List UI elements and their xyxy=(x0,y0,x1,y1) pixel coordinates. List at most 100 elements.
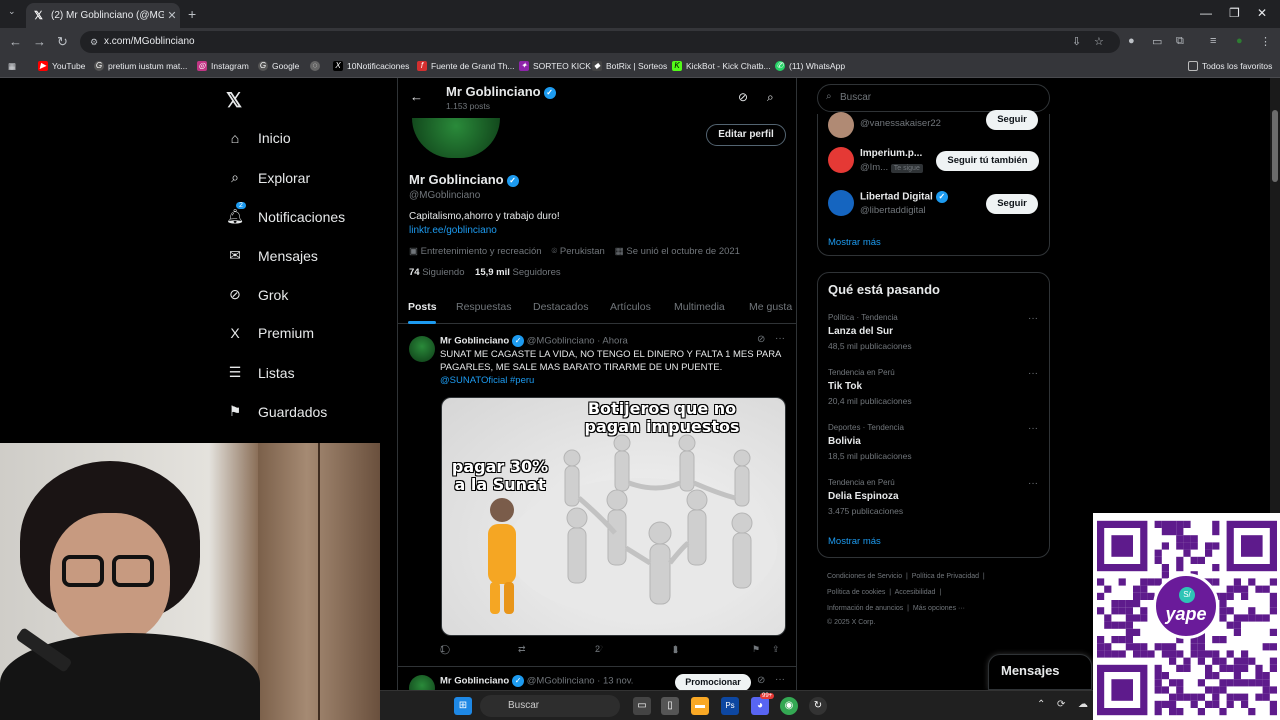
tweet-author[interactable]: Mr Goblinciano xyxy=(440,676,509,687)
follow-button[interactable]: Seguir xyxy=(986,194,1038,214)
follow-back-button[interactable]: Seguir tú también xyxy=(936,151,1039,171)
followers-link[interactable]: 15,9 mil Seguidores xyxy=(475,267,561,278)
header-search-icon[interactable]: ⌕ xyxy=(767,90,774,105)
bookmark-google[interactable]: G Google xyxy=(258,61,299,71)
address-bar[interactable]: x.com/MGoblinciano xyxy=(80,31,1120,53)
bookmark-whatsapp[interactable]: ✆ (11) WhatsApp xyxy=(775,61,845,71)
forward-icon[interactable]: → xyxy=(33,34,46,49)
following-link[interactable]: 74 Siguiendo xyxy=(409,267,464,278)
back-arrow-icon[interactable]: ← xyxy=(410,89,423,104)
footer-link[interactable]: Accesibilidad xyxy=(895,589,936,596)
nav-inicio[interactable]: ⌂ Inicio xyxy=(226,130,291,146)
bookmark-fuente[interactable]: f Fuente de Grand Th... xyxy=(417,61,514,71)
bookmark-botrix[interactable]: ◆ BotRix | Sorteos xyxy=(592,61,667,71)
tab-close-icon[interactable]: ✕ xyxy=(164,9,180,22)
tweet-author[interactable]: Mr Goblinciano xyxy=(440,336,509,347)
nav-mensajes[interactable]: ✉ Mensajes xyxy=(226,247,318,264)
back-icon[interactable]: ← xyxy=(9,34,22,49)
site-info-icon[interactable]: ⚙ xyxy=(90,37,98,48)
photoshop-icon[interactable]: Ps xyxy=(721,697,739,715)
onedrive-icon[interactable]: ☁ xyxy=(1078,699,1088,710)
sidebar-search-input[interactable]: Buscar xyxy=(817,84,1050,112)
menu-kebab-icon[interactable]: ⋮ xyxy=(1260,35,1271,48)
who-name[interactable]: Libertad Digital ✓ xyxy=(860,191,948,203)
media-controls-icon[interactable]: ≡ xyxy=(1210,35,1216,47)
bookmark-star-icon[interactable]: ☆ xyxy=(1094,35,1104,48)
footer-link[interactable]: Política de Privacidad xyxy=(912,573,979,580)
edit-profile-button[interactable]: Editar perfil xyxy=(706,124,786,146)
tab-me-gusta[interactable]: Me gusta xyxy=(749,301,792,313)
trend-more-icon[interactable]: ··· xyxy=(1028,313,1038,324)
window-close-icon[interactable]: ✕ xyxy=(1257,6,1267,20)
tab-destacados[interactable]: Destacados xyxy=(533,301,588,313)
tray-app-icon[interactable]: ⟳ xyxy=(1057,699,1065,710)
bookmark-tweet-icon[interactable]: ⚑ xyxy=(752,644,760,655)
usb-icon[interactable]: ▯ xyxy=(661,697,679,715)
extension-icon[interactable]: ● xyxy=(1128,35,1135,47)
grok-header-icon[interactable]: ⊘ xyxy=(738,90,748,104)
tweet-tags[interactable]: @SUNATOficial #peru xyxy=(440,375,534,386)
bookmark-instagram[interactable]: ◎ Instagram xyxy=(197,61,249,71)
trend-more-icon[interactable]: ··· xyxy=(1028,478,1038,489)
browser-tab[interactable]: 𝕏 (2) Mr Goblinciano (@MGoblinc ✕ xyxy=(26,3,180,28)
file-explorer-icon[interactable]: ▬ xyxy=(691,697,709,715)
who-name[interactable]: Imperium.p... xyxy=(860,148,922,159)
extension2-icon[interactable]: ▭ xyxy=(1152,35,1162,48)
tab-articulos[interactable]: Artículos xyxy=(610,301,651,313)
more-options-icon[interactable]: ··· xyxy=(775,333,785,344)
tweet-image[interactable]: Botijeros que no pagan impuestos pagar 3… xyxy=(441,397,786,636)
bookmark-kickbot[interactable]: K KickBot - Kick Chatb... xyxy=(672,61,771,71)
profile-avatar-icon[interactable]: ● xyxy=(1236,35,1243,47)
taskbar-search[interactable]: Buscar xyxy=(480,695,620,717)
who-avatar[interactable] xyxy=(828,147,854,173)
extensions-puzzle-icon[interactable]: ⧉ xyxy=(1176,35,1184,48)
trend-more-icon[interactable]: ··· xyxy=(1028,368,1038,379)
tab-posts[interactable]: Posts xyxy=(408,301,437,313)
apps-grid-icon[interactable]: ▦ xyxy=(8,61,16,72)
bookmark-globe[interactable]: ◌ xyxy=(310,61,324,71)
who-avatar[interactable] xyxy=(828,190,854,216)
nav-premium[interactable]: X Premium xyxy=(226,325,314,341)
app-icon[interactable]: ↻ xyxy=(809,697,827,715)
tab-respuestas[interactable]: Respuestas xyxy=(456,301,511,313)
tweet-avatar[interactable] xyxy=(409,675,435,690)
bookmark-sorteo-kick[interactable]: ✦ SORTEO KICK xyxy=(519,61,591,71)
nav-listas[interactable]: ☰ Listas xyxy=(226,364,295,381)
x-logo-icon[interactable]: 𝕏 xyxy=(226,88,242,113)
grok-tweet-icon[interactable]: ⊘ xyxy=(757,675,765,686)
chrome-icon[interactable]: ◉ xyxy=(780,697,798,715)
new-tab-icon[interactable]: + xyxy=(188,6,196,22)
bookmark-pretium[interactable]: Gpretium iustum mat... xyxy=(94,61,187,71)
profile-link[interactable]: linktr.ee/goblinciano xyxy=(409,225,497,236)
trend-more-icon[interactable]: ··· xyxy=(1028,423,1038,434)
who-avatar[interactable] xyxy=(828,112,854,138)
nav-explorar[interactable]: ⌕ Explorar xyxy=(226,169,310,186)
task-view-icon[interactable]: ▭ xyxy=(633,697,651,715)
discord-icon[interactable]: ◕ xyxy=(751,697,769,715)
nav-grok[interactable]: ⊘ Grok xyxy=(226,286,288,303)
trends-show-more-link[interactable]: Mostrar más xyxy=(828,536,881,547)
reload-icon[interactable]: ↻ xyxy=(57,34,68,50)
share-icon[interactable]: ⇪ xyxy=(772,644,780,655)
footer-link[interactable]: Condiciones de Servicio xyxy=(827,573,902,580)
more-options-icon[interactable]: ··· xyxy=(775,674,785,685)
all-bookmarks[interactable]: Todos los favoritos xyxy=(1188,61,1272,71)
tray-chevron-icon[interactable]: ⌃ xyxy=(1037,699,1045,710)
scrollbar-thumb[interactable] xyxy=(1272,110,1278,182)
tab-search-icon[interactable]: ⌄ xyxy=(8,6,16,17)
nav-notificaciones[interactable]: 🔔︎ 2 Notificaciones xyxy=(226,202,345,225)
tweet-avatar[interactable] xyxy=(409,336,435,362)
minimize-icon[interactable]: — xyxy=(1200,6,1212,20)
bookmark-10notificaciones[interactable]: X 10Notificaciones xyxy=(333,61,409,71)
footer-link[interactable]: Información de anuncios xyxy=(827,605,903,612)
follow-button[interactable]: Seguir xyxy=(986,110,1038,130)
show-more-link[interactable]: Mostrar más xyxy=(828,237,881,248)
tab-multimedia[interactable]: Multimedia xyxy=(674,301,725,313)
grok-tweet-icon[interactable]: ⊘ xyxy=(757,334,765,345)
install-app-icon[interactable]: ⇩ xyxy=(1072,35,1081,48)
footer-link[interactable]: Política de cookies xyxy=(827,589,885,596)
restore-icon[interactable]: ❐ xyxy=(1229,6,1240,20)
footer-link[interactable]: Más opciones ··· xyxy=(913,605,965,612)
profile-avatar[interactable] xyxy=(412,118,500,158)
bookmark-youtube[interactable]: ▶ YouTube xyxy=(38,61,85,71)
